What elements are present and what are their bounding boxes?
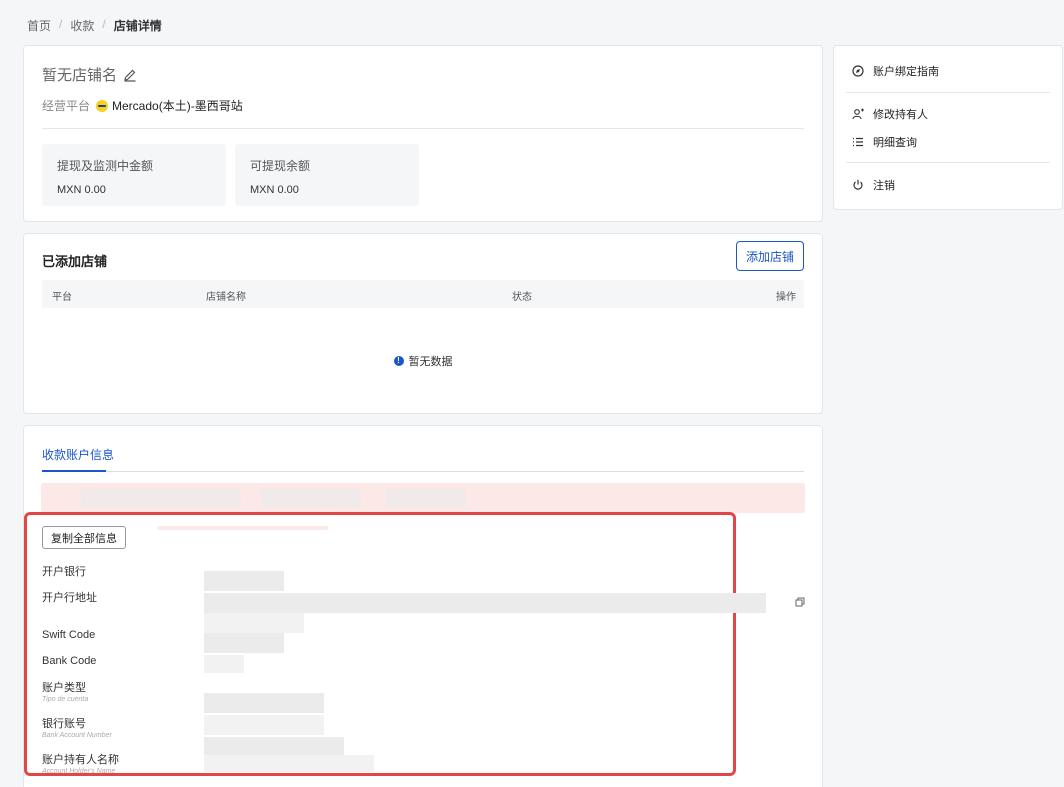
redacted-address-value [204,593,766,613]
copy-icon[interactable] [795,596,805,607]
field-bank-address: 开户行地址 [42,589,97,605]
field-label: Bank Code [42,655,97,667]
stat-value: MXN 0.00 [250,184,299,196]
field-label: 账户类型 [42,682,86,694]
field-label: 开户行地址 [42,592,97,604]
redacted-address-value [204,613,304,633]
edit-icon[interactable] [123,68,137,82]
tab-divider [42,471,804,472]
notice-banner-redacted [41,483,805,513]
field-holder: 账户持有人名称 Account Holder's Name [42,751,119,775]
breadcrumb-home[interactable]: 首页 [27,17,51,34]
redacted-block [158,526,328,530]
mercado-logo-icon [96,99,109,112]
redacted-account-number-value [204,737,344,755]
breadcrumb-current: 店铺详情 [113,19,162,33]
sidebar-item-label: 账户绑定指南 [873,66,939,78]
info-icon: ! [393,356,404,366]
field-label: 开户银行 [42,566,86,578]
copy-all-button[interactable]: 复制全部信息 [42,526,126,549]
tab-account-info[interactable]: 收款账户信息 [42,446,114,463]
divider [846,92,1050,93]
empty-text: 暂无数据 [408,356,453,368]
breadcrumb: 首页 / 收款 / 店铺详情 [27,17,162,34]
redacted-block [386,489,466,507]
table-header: 平台 店铺名称 状态 操作 [42,280,804,308]
sidebar-item-bind-guide[interactable]: 账户绑定指南 [852,63,939,79]
stat-label: 可提现余额 [250,159,311,173]
breadcrumb-separator: / [102,17,106,31]
field-account-number: 银行账号 Bank Account Number [42,715,112,739]
shop-info-card: 暂无店铺名 经营平台 Mercado(本土)-墨西哥站 提现及监测中金额 MXN… [23,45,823,222]
sidebar-item-details[interactable]: 明细查询 [852,134,917,150]
stat-withdrawing: 提现及监测中金额 MXN 0.00 [42,144,226,206]
highlight-box [24,512,736,776]
field-swift: Swift Code [42,629,95,641]
redacted-swift-value [204,633,284,653]
field-bank: 开户银行 [42,563,86,579]
added-stores-card: 已添加店铺 添加店铺 平台 店铺名称 状态 操作 ! 暂无数据 [23,233,823,414]
redacted-account-number-value [204,715,324,735]
platform-label: 经营平台 [42,99,91,113]
column-shop-name: 店铺名称 [206,292,246,303]
divider [42,128,804,129]
redacted-bank-value [204,571,284,591]
stat-label: 提现及监测中金额 [57,159,154,173]
side-actions-card: 账户绑定指南 修改持有人 明细查询 注销 [833,45,1063,210]
field-label: 银行账号 [42,718,86,730]
column-status: 状态 [512,292,532,303]
redacted-holder-value [204,755,374,772]
add-user-icon [852,108,864,120]
empty-state: ! 暂无数据 [24,353,822,369]
field-bank-code: Bank Code [42,655,96,667]
redacted-block [261,489,361,507]
list-icon [853,137,863,147]
field-label: 账户持有人名称 [42,754,119,766]
platform-value: Mercado(本土)-墨西哥站 [112,99,243,113]
field-account-type: 账户类型 Tipo de cuenta [42,679,88,703]
redacted-bank-code-value [204,655,244,673]
add-store-button[interactable]: 添加店铺 [736,241,804,271]
account-info-card: 收款账户信息 复制全部信息 开户银行 开户行地址 Swift Code Bank… [23,425,823,787]
redacted-account-type-value [204,693,324,713]
stat-available: 可提现余额 MXN 0.00 [235,144,419,206]
field-sublabel: Tipo de cuenta [42,696,89,703]
breadcrumb-separator: / [59,17,63,31]
column-action: 操作 [776,292,796,303]
field-sublabel: Account Holder's Name [42,768,116,775]
field-sublabel: Bank Account Number [42,732,112,739]
power-icon [853,179,863,190]
compass-icon [852,65,864,77]
sidebar-item-label: 修改持有人 [873,109,928,121]
shop-name: 暂无店铺名 [42,67,118,84]
sidebar-item-cancel[interactable]: 注销 [852,177,895,193]
platform-value-wrap: Mercado(本土)-墨西哥站 [96,97,243,114]
platform-row: 经营平台 Mercado(本土)-墨西哥站 [42,97,243,114]
sidebar-item-label: 明细查询 [873,137,917,149]
sidebar-item-change-holder[interactable]: 修改持有人 [852,106,928,122]
field-label: Swift Code [42,629,96,641]
redacted-block [81,489,241,507]
shop-name-row: 暂无店铺名 [42,64,137,85]
breadcrumb-collect[interactable]: 收款 [70,17,94,34]
tab-active-indicator [42,470,106,472]
divider [846,162,1050,163]
section-title: 已添加店铺 [42,254,108,269]
sidebar-item-label: 注销 [873,180,895,192]
stat-value: MXN 0.00 [57,184,106,196]
column-platform: 平台 [52,292,72,303]
